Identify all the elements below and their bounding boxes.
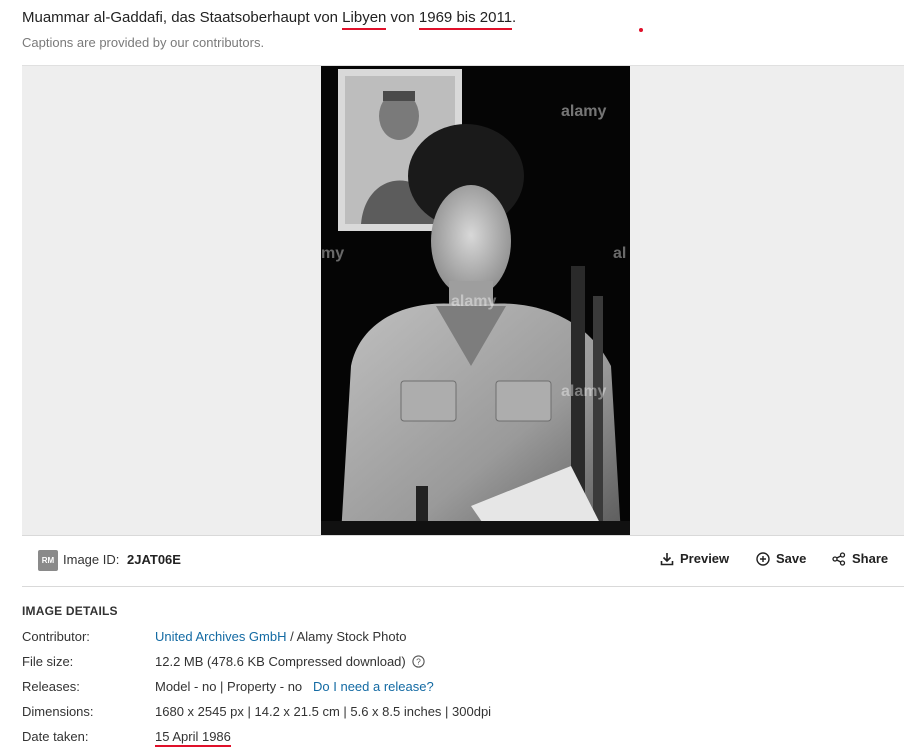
svg-text:?: ? — [416, 657, 421, 667]
help-icon[interactable]: ? — [412, 655, 425, 668]
caption-text-1: Muammar al-Gaddafi, das Staatsoberhaupt … — [22, 9, 343, 26]
photo-illustration: alamy alamy alamy my al — [321, 66, 630, 535]
caption-highlight-years: 1969 bis 2011 — [418, 8, 513, 30]
watermark-3: alamy — [561, 383, 606, 400]
release-help-link[interactable]: Do I need a release? — [313, 679, 434, 694]
contributor-value: United Archives GmbH / Alamy Stock Photo — [155, 629, 406, 644]
page: Muammar al-Gaddafi, das Staatsoberhaupt … — [0, 0, 904, 754]
filesize-key: File size: — [22, 654, 74, 669]
image-details-heading: IMAGE DETAILS — [22, 604, 118, 618]
contributor-link[interactable]: United Archives GmbH — [155, 629, 287, 644]
filesize-value: 12.2 MB (478.6 KB Compressed download) — [155, 654, 406, 669]
annotation-dot — [639, 28, 643, 32]
filesize-value-wrap: 12.2 MB (478.6 KB Compressed download)? — [155, 654, 425, 669]
image-id-label: Image ID: — [63, 552, 120, 567]
releases-value-wrap: Model - no | Property - no Do I need a r… — [155, 679, 434, 694]
plus-circle-icon — [756, 551, 770, 566]
save-button[interactable]: Save — [756, 551, 806, 566]
image-toolbar: RM Image ID: 2JAT06E Preview Save Share — [22, 535, 904, 587]
share-label: Share — [852, 551, 889, 566]
caption-text-2: von — [386, 9, 419, 26]
contributor-rest: / Alamy Stock Photo — [286, 629, 407, 644]
rights-managed-badge: RM — [38, 550, 58, 571]
caption-highlight-libyen: Libyen — [342, 8, 387, 30]
share-icon — [832, 551, 846, 566]
download-icon — [660, 552, 674, 565]
preview-label: Preview — [680, 551, 730, 566]
main-photo[interactable]: alamy alamy alamy my al — [321, 66, 630, 535]
watermark-5: al — [613, 245, 626, 262]
caption-note: Captions are provided by our contributor… — [22, 35, 265, 50]
image-viewer: alamy alamy alamy my al — [22, 65, 904, 535]
preview-button[interactable]: Preview — [660, 551, 729, 566]
contributor-key: Contributor: — [22, 629, 90, 644]
caption-text-3: . — [512, 9, 517, 26]
date-value: 15 April 1986 — [155, 729, 231, 747]
releases-value: Model - no | Property - no — [155, 679, 303, 694]
watermark-1: alamy — [561, 103, 606, 120]
share-button[interactable]: Share — [832, 551, 888, 566]
save-label: Save — [776, 551, 807, 566]
date-key: Date taken: — [22, 729, 89, 744]
image-caption: Muammar al-Gaddafi, das Staatsoberhaupt … — [22, 8, 516, 30]
releases-key: Releases: — [22, 679, 80, 694]
image-id-value: 2JAT06E — [127, 552, 181, 567]
watermark-4: my — [321, 245, 344, 262]
dimensions-key: Dimensions: — [22, 704, 94, 719]
dimensions-value: 1680 x 2545 px | 14.2 x 21.5 cm | 5.6 x … — [155, 704, 492, 719]
watermark-2: alamy — [451, 293, 496, 310]
